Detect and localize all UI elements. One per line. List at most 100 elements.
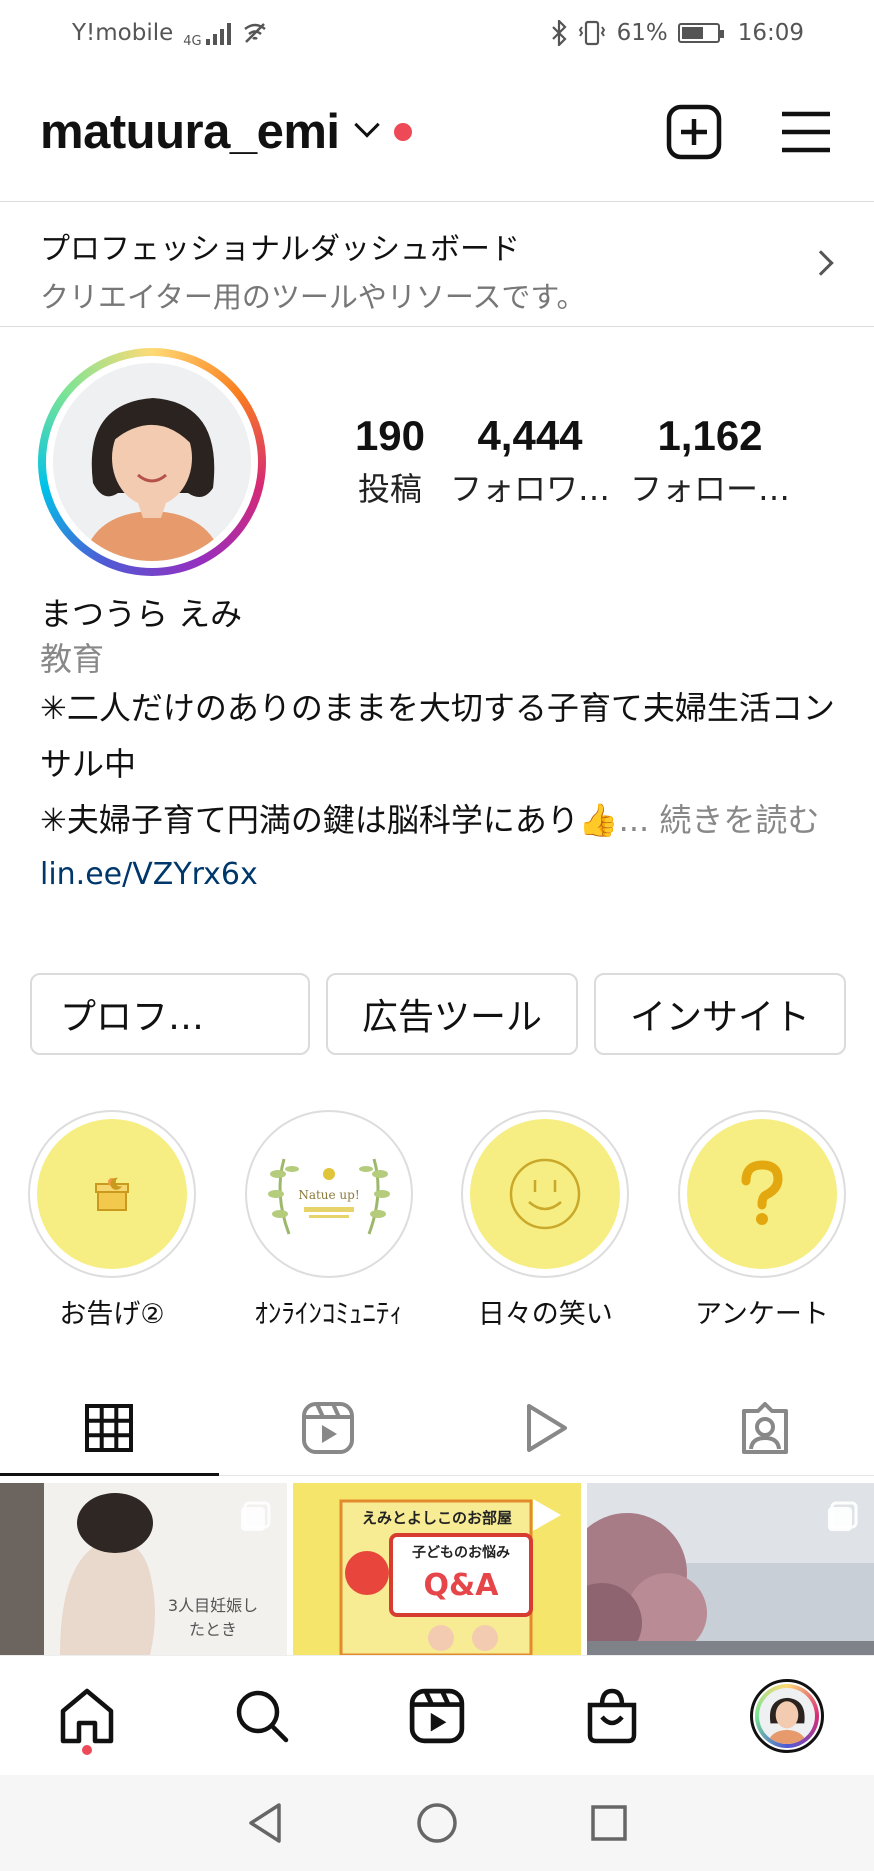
clock: 16:09 [737, 20, 804, 46]
battery-percent: 61% [616, 20, 668, 46]
bio-link[interactable]: lin.ee/VZYrx6x [40, 850, 840, 900]
stat-value: 190 [354, 412, 426, 459]
network-type: 4G [183, 33, 202, 49]
wifi-off-icon [243, 23, 266, 43]
stat-followers[interactable]: 4,444 フォロワ… [440, 412, 620, 510]
highlight-item[interactable]: 日々の笑い [460, 1110, 630, 1331]
signal-icon [205, 21, 231, 45]
shopping-bag-icon [587, 1688, 637, 1743]
highlight-cover [37, 1119, 187, 1269]
dashboard-subtitle: クリエイター用のツールやリソースです。 [40, 280, 586, 314]
tab-grid[interactable] [0, 1380, 219, 1476]
highlight-item[interactable]: Natue up! ｵﾝﾗｲﾝｺﾐｭﾆﾃｨ [244, 1110, 414, 1331]
bio-line: ✳︎二人だけのありのままを大切する子育て夫婦生活コンサル中 [40, 689, 835, 783]
notification-dot-icon [393, 123, 412, 141]
home-icon [61, 1688, 114, 1743]
read-more-link[interactable]: ... 続きを読む [619, 801, 820, 839]
profile-actions: プロフ… 広告ツール インサイト [30, 973, 846, 1055]
gift-icon [95, 1177, 129, 1211]
svg-text:Q&A: Q&A [424, 1568, 500, 1603]
nav-shop[interactable] [567, 1671, 657, 1761]
posts-grid: 3人目妊娠し たとき えみとよしこのお部屋 子どものお悩み Q&A [0, 1483, 874, 1655]
search-icon [236, 1690, 289, 1742]
tab-tagged[interactable] [656, 1380, 874, 1475]
profile-stats: 190 投稿 4,444 フォロワ… 1,162 フォロー… [340, 412, 840, 510]
stat-label: フォロー… [629, 470, 790, 508]
nav-reels[interactable] [392, 1671, 482, 1761]
notification-dot-icon [82, 1744, 93, 1755]
profile-header: matuura_emi [0, 92, 874, 172]
hamburger-menu-icon [782, 111, 830, 153]
reels-icon [301, 1401, 354, 1454]
divider [0, 201, 874, 202]
profile-avatar-small [749, 1678, 824, 1753]
bottom-navigation [0, 1655, 874, 1775]
tab-reels[interactable] [219, 1380, 438, 1475]
back-icon[interactable] [245, 1801, 285, 1845]
post-thumbnail[interactable]: 3人目妊娠し たとき [0, 1483, 288, 1655]
nav-search[interactable] [217, 1671, 307, 1761]
bio-text: ✳︎夫婦子育て円満の鍵は脳科学にあり👍 [40, 801, 619, 839]
stat-value: 4,444 [477, 412, 583, 459]
play-icon [527, 1403, 568, 1452]
highlight-cover [686, 1119, 837, 1269]
highlight-ring [461, 1110, 630, 1278]
divider [0, 326, 874, 327]
stat-label: 投稿 [357, 470, 422, 508]
highlight-item[interactable]: アンケート [677, 1110, 847, 1331]
svg-text:子どものお悩み: 子どものお悩み [412, 1544, 510, 1561]
tab-videos[interactable] [437, 1380, 656, 1475]
avatar-photo [758, 1687, 815, 1744]
multiple-photos-icon [241, 1501, 271, 1531]
profile-tabs [0, 1380, 874, 1476]
profile-avatar[interactable] [38, 348, 266, 576]
create-post-button[interactable] [666, 104, 722, 160]
reels-icon [409, 1688, 465, 1743]
system-navigation [0, 1775, 874, 1871]
menu-button[interactable] [778, 104, 834, 160]
smile-icon [510, 1158, 581, 1230]
highlight-cover: Natue up! [253, 1119, 404, 1269]
stat-label: フォロワ… [449, 470, 610, 508]
natue-logo: Natue up! [267, 1158, 390, 1235]
nav-home[interactable] [42, 1671, 132, 1761]
battery-icon [677, 23, 724, 43]
highlight-ring: Natue up! [244, 1110, 413, 1278]
svg-text:Natue up!: Natue up! [298, 1188, 359, 1202]
highlight-label: ｵﾝﾗｲﾝｺﾐｭﾆﾃｨ [254, 1299, 403, 1330]
vibrate-icon [578, 20, 605, 46]
avatar-ring-small [754, 1683, 819, 1748]
professional-dashboard[interactable]: プロフェッショナルダッシュボード クリエイター用のツールやリソースです。 [0, 204, 874, 326]
stat-posts[interactable]: 190 投稿 [340, 412, 440, 510]
display-name: まつうら えみ [40, 595, 243, 633]
bio-line-2: ✳︎夫婦子育て円満の鍵は脳科学にあり👍... 続きを読む [40, 792, 840, 848]
highlight-item[interactable]: お告げ② [27, 1110, 197, 1331]
status-left: Y!mobile 4G [72, 18, 269, 49]
question-icon [741, 1160, 783, 1225]
chevron-down-icon[interactable] [353, 112, 380, 138]
edit-profile-button[interactable]: プロフ… [30, 973, 310, 1055]
insights-button[interactable]: インサイト [594, 973, 846, 1055]
nav-profile[interactable] [742, 1671, 832, 1761]
svg-text:えみとよしこのお部屋: えみとよしこのお部屋 [362, 1509, 512, 1527]
recent-apps-icon[interactable] [589, 1803, 629, 1843]
home-circle-icon[interactable] [415, 1801, 459, 1845]
profile-bio: まつうら えみ 教育 ✳︎二人だけのありのままを大切する子育て夫婦生活コンサル中… [40, 590, 840, 900]
ad-tools-button[interactable]: 広告ツール [326, 973, 578, 1055]
avatar-photo [53, 363, 251, 561]
carrier-name: Y!mobile [72, 20, 174, 46]
post-thumbnail[interactable] [586, 1483, 874, 1655]
username[interactable]: matuura_emi [40, 104, 340, 160]
status-right: 61% 16:09 [551, 20, 804, 46]
svg-text:たとき: たとき [189, 1620, 237, 1639]
post-thumbnail[interactable]: えみとよしこのお部屋 子どものお悩み Q&A [293, 1483, 581, 1655]
highlight-ring [677, 1110, 846, 1278]
multiple-photos-icon [827, 1501, 858, 1531]
reel-play-icon [532, 1499, 561, 1531]
dashboard-title: プロフェッショナルダッシュボード [40, 232, 520, 267]
grid-icon [85, 1403, 134, 1452]
stat-following[interactable]: 1,162 フォロー… [620, 412, 800, 510]
category-label: 教育 [40, 640, 105, 678]
header-actions [666, 104, 834, 160]
story-highlights: お告げ② Natue up! ｵﾝﾗｲﾝｺﾐｭﾆﾃｨ 日々の笑い アンケート [27, 1110, 847, 1331]
